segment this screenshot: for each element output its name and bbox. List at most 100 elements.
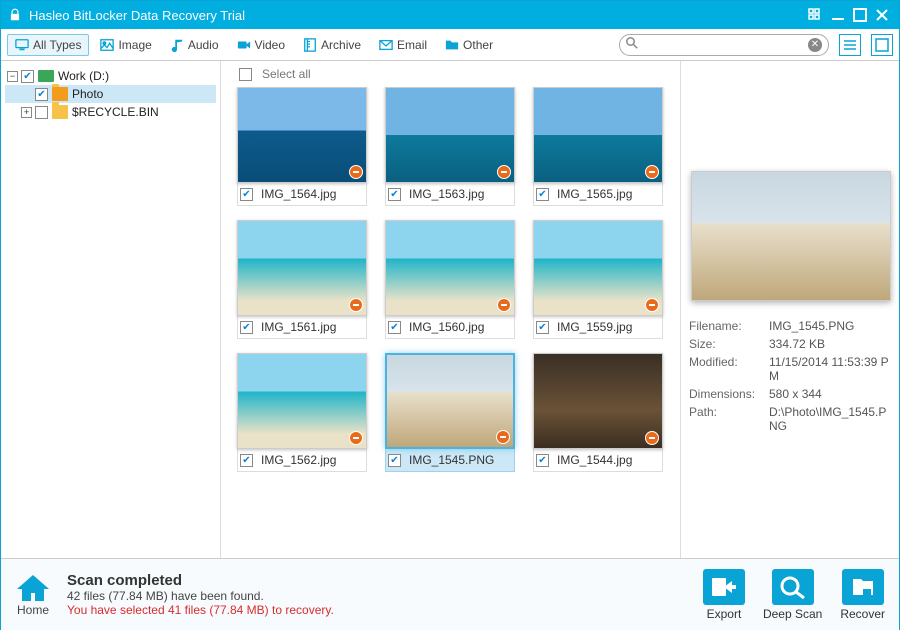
filter-image[interactable]: Image [93, 35, 158, 55]
title-bar: Hasleo BitLocker Data Recovery Trial [1, 1, 899, 29]
checkbox[interactable] [21, 70, 34, 83]
thumbnail-image[interactable] [385, 220, 515, 316]
thumbnail-name-row: IMG_1545.PNG [385, 449, 515, 472]
thumbnail-item[interactable]: IMG_1563.jpg [385, 87, 515, 206]
checkbox[interactable] [388, 454, 401, 467]
meta-value: 334.72 KB [769, 337, 891, 351]
meta-key: Dimensions: [689, 387, 769, 401]
deep-scan-button[interactable]: Deep Scan [763, 569, 822, 621]
thumbnail-filename: IMG_1561.jpg [261, 320, 336, 334]
filter-all-types[interactable]: All Types [7, 34, 89, 56]
meta-row: Size:334.72 KB [689, 337, 891, 351]
tree-folder-recycle[interactable]: + $RECYCLE.BIN [5, 103, 216, 121]
thumbnail-image[interactable] [237, 220, 367, 316]
filter-label: Video [255, 38, 285, 52]
search-box[interactable]: ✕ [619, 34, 829, 56]
checkbox[interactable] [35, 106, 48, 119]
thumbnail-image[interactable] [385, 353, 515, 449]
checkbox[interactable] [536, 188, 549, 201]
checkbox[interactable] [240, 188, 253, 201]
thumbnail-image[interactable] [237, 87, 367, 183]
checkbox[interactable] [240, 454, 253, 467]
thumbnail-name-row: IMG_1562.jpg [237, 449, 367, 472]
action-label: Export [707, 607, 742, 621]
list-view-icon[interactable] [839, 34, 861, 56]
warning-badge-icon [645, 165, 659, 179]
monitor-icon [15, 38, 29, 52]
thumbnail-item[interactable]: IMG_1561.jpg [237, 220, 367, 339]
grid-view-icon[interactable] [871, 34, 893, 56]
checkbox[interactable] [536, 454, 549, 467]
thumbnail-item[interactable]: IMG_1544.jpg [533, 353, 663, 472]
checkbox[interactable] [388, 188, 401, 201]
clear-icon[interactable]: ✕ [808, 38, 822, 52]
filter-video[interactable]: Video [230, 35, 292, 55]
thumbnail-image[interactable] [237, 353, 367, 449]
meta-key: Path: [689, 405, 769, 433]
thumbnail-item[interactable]: IMG_1564.jpg [237, 87, 367, 206]
meta-row: Path:D:\Photo\IMG_1545.PNG [689, 405, 891, 433]
export-icon [703, 569, 745, 605]
recover-button[interactable]: Recover [840, 569, 885, 621]
menu-icon[interactable] [805, 4, 827, 26]
thumbnail-item[interactable]: IMG_1562.jpg [237, 353, 367, 472]
main-pane: Select all IMG_1564.jpgIMG_1563.jpgIMG_1… [221, 61, 899, 558]
checkbox[interactable] [240, 321, 253, 334]
thumbnail-pane: Select all IMG_1564.jpgIMG_1563.jpgIMG_1… [221, 61, 681, 558]
warning-badge-icon [349, 431, 363, 445]
tree-folder-photo[interactable]: Photo [5, 85, 216, 103]
thumbnail-image[interactable] [533, 220, 663, 316]
filter-label: Audio [188, 38, 219, 52]
search-input[interactable] [642, 38, 808, 52]
folder-icon [52, 87, 68, 101]
thumbnail-image[interactable] [533, 353, 663, 449]
thumbnail-name-row: IMG_1544.jpg [533, 449, 663, 472]
tree-drive[interactable]: − Work (D:) [5, 67, 216, 85]
thumbnail-filename: IMG_1560.jpg [409, 320, 484, 334]
thumbnail-image[interactable] [533, 87, 663, 183]
checkbox[interactable] [388, 321, 401, 334]
tree-label: Work (D:) [58, 69, 109, 83]
meta-value: IMG_1545.PNG [769, 319, 891, 333]
filter-email[interactable]: Email [372, 35, 434, 55]
warning-badge-icon [645, 298, 659, 312]
expand-icon[interactable]: + [21, 107, 32, 118]
select-all-row[interactable]: Select all [221, 61, 680, 87]
collapse-icon[interactable]: − [7, 71, 18, 82]
window-title: Hasleo BitLocker Data Recovery Trial [29, 8, 805, 23]
archive-icon [303, 38, 317, 52]
filter-archive[interactable]: Archive [296, 35, 368, 55]
checkbox[interactable] [239, 68, 252, 81]
filter-other[interactable]: Other [438, 35, 500, 55]
checkbox[interactable] [35, 88, 48, 101]
minimize-icon[interactable] [827, 4, 849, 26]
lock-icon [7, 7, 23, 23]
drive-icon [38, 70, 54, 82]
warning-badge-icon [497, 165, 511, 179]
checkbox[interactable] [536, 321, 549, 334]
meta-row: Filename:IMG_1545.PNG [689, 319, 891, 333]
thumbnail-name-row: IMG_1560.jpg [385, 316, 515, 339]
meta-value: 11/15/2014 11:53:39 PM [769, 355, 891, 383]
thumbnail-image[interactable] [385, 87, 515, 183]
thumbnail-item[interactable]: IMG_1545.PNG [385, 353, 515, 472]
home-icon [15, 573, 51, 603]
image-icon [100, 38, 114, 52]
thumbnail-item[interactable]: IMG_1559.jpg [533, 220, 663, 339]
maximize-icon[interactable] [849, 4, 871, 26]
home-label: Home [17, 603, 49, 617]
thumbnail-item[interactable]: IMG_1560.jpg [385, 220, 515, 339]
thumbnail-filename: IMG_1564.jpg [261, 187, 336, 201]
meta-row: Dimensions:580 x 344 [689, 387, 891, 401]
action-label: Deep Scan [763, 607, 822, 621]
thumbnail-filename: IMG_1559.jpg [557, 320, 632, 334]
thumbnail-item[interactable]: IMG_1565.jpg [533, 87, 663, 206]
meta-key: Filename: [689, 319, 769, 333]
thumbnail-grid[interactable]: IMG_1564.jpg IMG_1563.jpg IMG_1565.jpg IMG_… [221, 87, 680, 558]
filter-audio[interactable]: Audio [163, 35, 226, 55]
export-button[interactable]: Export [703, 569, 745, 621]
thumbnail-filename: IMG_1565.jpg [557, 187, 632, 201]
close-icon[interactable] [871, 4, 893, 26]
home-button[interactable]: Home [15, 573, 51, 617]
filter-label: Email [397, 38, 427, 52]
